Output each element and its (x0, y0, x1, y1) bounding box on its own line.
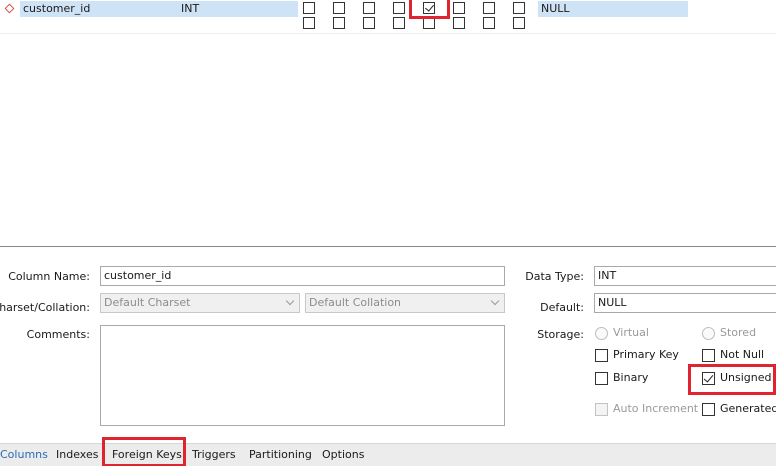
columns-grid: customer_id INT NULL (0, 0, 776, 246)
tab-columns[interactable]: Columns (0, 447, 48, 463)
checkbox-box (702, 349, 715, 362)
binary-checkbox[interactable]: Binary (595, 371, 695, 387)
grid-row[interactable] (0, 16, 776, 32)
nn-checkbox[interactable] (333, 2, 345, 14)
column-diamond-icon (4, 3, 15, 14)
checkbox-box (595, 403, 608, 416)
radio-circle (595, 327, 608, 340)
unsigned-label: Unsigned (720, 371, 772, 384)
tab-foreign-keys[interactable]: Foreign Keys (112, 447, 182, 463)
g-checkbox[interactable] (513, 2, 525, 14)
uq-checkbox[interactable] (363, 2, 375, 14)
zf-checkbox[interactable] (453, 2, 465, 14)
grid-separator (0, 33, 776, 34)
default-label: Default: (540, 301, 584, 314)
charset-select[interactable]: Default Charset (100, 293, 300, 313)
b-checkbox[interactable] (393, 17, 405, 29)
column-editor-panel: Column Name: customer_id Charset/Collati… (0, 247, 776, 443)
storage-virtual-radio[interactable]: Virtual (595, 326, 695, 342)
b-checkbox[interactable] (393, 2, 405, 14)
un-checkbox[interactable] (423, 2, 435, 14)
radio-circle (702, 327, 715, 340)
primary-key-label: Primary Key (613, 348, 679, 361)
primary-key-checkbox[interactable]: Primary Key (595, 348, 695, 364)
grid-row[interactable]: customer_id INT NULL (0, 1, 776, 17)
storage-label: Storage: (537, 328, 584, 341)
default-field[interactable]: NULL (594, 293, 776, 313)
data-type-field[interactable]: INT (594, 266, 776, 286)
unsigned-checkbox[interactable]: Unsigned (702, 371, 772, 387)
auto-increment-checkbox[interactable]: Auto Increment (595, 402, 699, 418)
auto-increment-label: Auto Increment (613, 402, 699, 415)
not-null-label: Not Null (720, 348, 765, 361)
tab-indexes[interactable]: Indexes (56, 447, 98, 463)
chevron-down-icon (490, 296, 500, 306)
checkbox-box (595, 349, 608, 362)
chevron-down-icon (285, 296, 295, 306)
storage-virtual-label: Virtual (613, 326, 649, 339)
un-checkbox[interactable] (423, 17, 435, 29)
checkbox-box (702, 403, 715, 416)
datatype-cell[interactable]: INT (181, 2, 199, 15)
tab-triggers[interactable]: Triggers (192, 447, 236, 463)
data-type-label: Data Type: (525, 270, 584, 283)
pk-checkbox[interactable] (303, 17, 315, 29)
pk-checkbox[interactable] (303, 2, 315, 14)
default-cell[interactable]: NULL (541, 2, 570, 15)
comments-label: Comments: (26, 328, 90, 341)
tab-options[interactable]: Options (322, 447, 364, 463)
checkbox-box (595, 372, 608, 385)
column-name-cell[interactable]: customer_id (23, 2, 90, 15)
charset-value: Default Charset (104, 296, 191, 309)
uq-checkbox[interactable] (363, 17, 375, 29)
ai-checkbox[interactable] (483, 2, 495, 14)
comments-textarea[interactable] (100, 325, 505, 426)
collation-select[interactable]: Default Collation (305, 293, 505, 313)
column-name-label: Column Name: (8, 270, 90, 283)
generated-checkbox[interactable]: Generated (702, 402, 776, 418)
editor-tab-bar: Columns Indexes Foreign Keys Triggers Pa… (0, 437, 776, 466)
column-name-field[interactable]: customer_id (100, 266, 505, 286)
nn-checkbox[interactable] (333, 17, 345, 29)
zf-checkbox[interactable] (453, 17, 465, 29)
tab-partitioning[interactable]: Partitioning (249, 447, 312, 463)
storage-stored-label: Stored (720, 326, 757, 339)
generated-label: Generated (720, 402, 776, 415)
collation-value: Default Collation (309, 296, 402, 309)
g-checkbox[interactable] (513, 17, 525, 29)
storage-stored-radio[interactable]: Stored (702, 326, 772, 342)
ai-checkbox[interactable] (483, 17, 495, 29)
binary-label: Binary (613, 371, 649, 384)
not-null-checkbox[interactable]: Not Null (702, 348, 772, 364)
charset-collation-label: Charset/Collation: (0, 301, 90, 314)
checkbox-box-checked (702, 372, 715, 385)
